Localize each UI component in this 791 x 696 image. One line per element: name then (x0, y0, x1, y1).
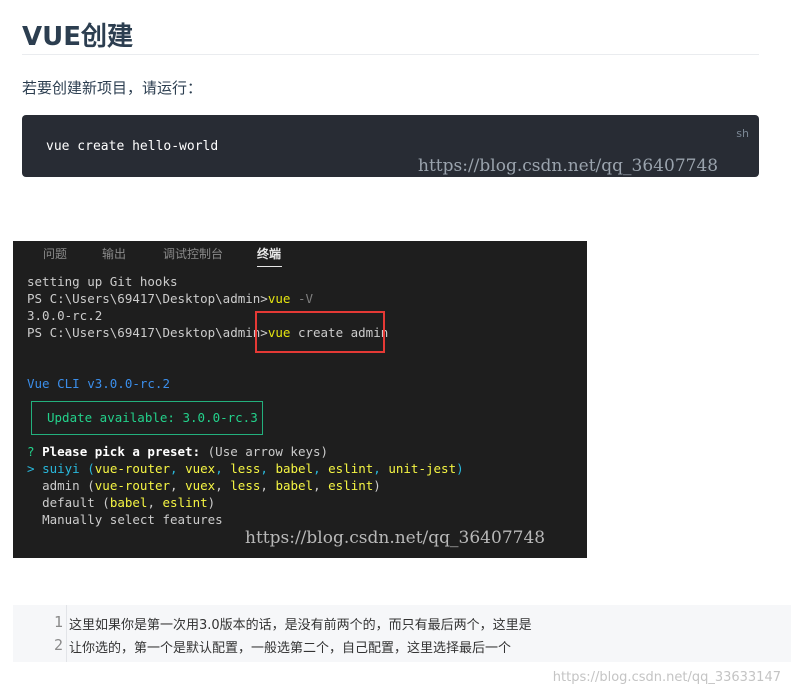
code-language-label: sh (736, 127, 749, 140)
terminal-line: PS C:\Users\69417\Desktop\admin>vue -V (27, 291, 313, 306)
watermark-top: https://blog.csdn.net/qq_36407748 (418, 156, 719, 176)
feature: less (230, 461, 261, 476)
tab-output[interactable]: 输出 (102, 245, 126, 262)
question-mark-icon: ? (27, 444, 35, 459)
feature: vue-router (94, 478, 171, 493)
tab-terminal[interactable]: 终端 (257, 245, 281, 262)
prompt: PS C:\Users\69417\Desktop\admin> (27, 291, 268, 306)
feature: unit-jest (388, 461, 457, 476)
feature: babel (109, 495, 148, 510)
line-number: 1 (53, 613, 63, 631)
feature: less (230, 478, 261, 493)
preset-option-1[interactable]: > suiyi (vue-router, vuex, less, babel, … (27, 461, 464, 476)
terminal-screenshot: 问题 输出 调试控制台 终端 setting up Git hooks PS C… (13, 241, 587, 558)
tab-problems[interactable]: 问题 (43, 245, 67, 262)
title-divider (22, 54, 759, 55)
command-arg: -V (297, 291, 313, 306)
question-text: Please pick a preset: (42, 444, 201, 459)
feature: eslint (328, 461, 374, 476)
preset-name: suiyi (42, 461, 80, 476)
terminal-line: setting up Git hooks (27, 274, 178, 289)
preset-name: Manually select features (42, 512, 223, 527)
note-line: 这里如果你是第一次用3.0版本的话，是没有前两个的，而只有最后两个，这里是 (69, 618, 532, 633)
preset-option-2[interactable]: admin (vue-router, vuex, less, babel, es… (27, 478, 381, 493)
code-text[interactable]: vue create hello-world (46, 139, 218, 154)
gutter-divider (66, 605, 67, 662)
line-number-gutter: 1 2 (13, 605, 63, 662)
active-tab-indicator (257, 266, 282, 267)
preset-name: default (42, 495, 95, 510)
note-line: 让你选的，第一个是默认配置，一般选第二个，自己配置，这里选择最后一个 (69, 641, 512, 656)
tab-debug-console[interactable]: 调试控制台 (163, 245, 223, 262)
preset-question: ? Please pick a preset: (Use arrow keys) (27, 444, 328, 459)
preset-option-3[interactable]: default (babel, eslint) (27, 495, 215, 510)
feature: vue-router (94, 461, 171, 476)
command-name: vue (267, 291, 291, 306)
preset-name: admin (42, 478, 80, 493)
line-number: 2 (53, 636, 63, 654)
question-hint: (Use arrow keys) (207, 444, 329, 459)
terminal-tabs: 问题 输出 调试控制台 终端 (13, 241, 587, 271)
terminal-line: 3.0.0-rc.2 (27, 308, 103, 323)
cli-version-line: Vue CLI v3.0.0-rc.2 (27, 376, 170, 391)
feature: vuex (185, 478, 216, 493)
pointer-icon: > (27, 461, 35, 476)
page-title: VUE创建 (22, 22, 133, 52)
feature: babel (275, 461, 314, 476)
highlight-box (255, 311, 385, 353)
terminal-watermark: https://blog.csdn.net/qq_36407748 (245, 528, 546, 548)
intro-text: 若要创建新项目，请运行： (22, 79, 203, 97)
feature: eslint (328, 478, 374, 493)
prompt: PS C:\Users\69417\Desktop\admin> (27, 325, 268, 340)
update-text: Update available: 3.0.0-rc.3 (47, 410, 258, 425)
note-code-block: 1 2 这里如果你是第一次用3.0版本的话，是没有前两个的，而只有最后两个，这里… (13, 605, 791, 662)
feature: babel (275, 478, 314, 493)
feature: eslint (162, 495, 208, 510)
preset-option-4[interactable]: Manually select features (27, 512, 223, 527)
watermark-bottom: https://blog.csdn.net/qq_33633147 (552, 670, 781, 685)
feature: vuex (185, 461, 216, 476)
